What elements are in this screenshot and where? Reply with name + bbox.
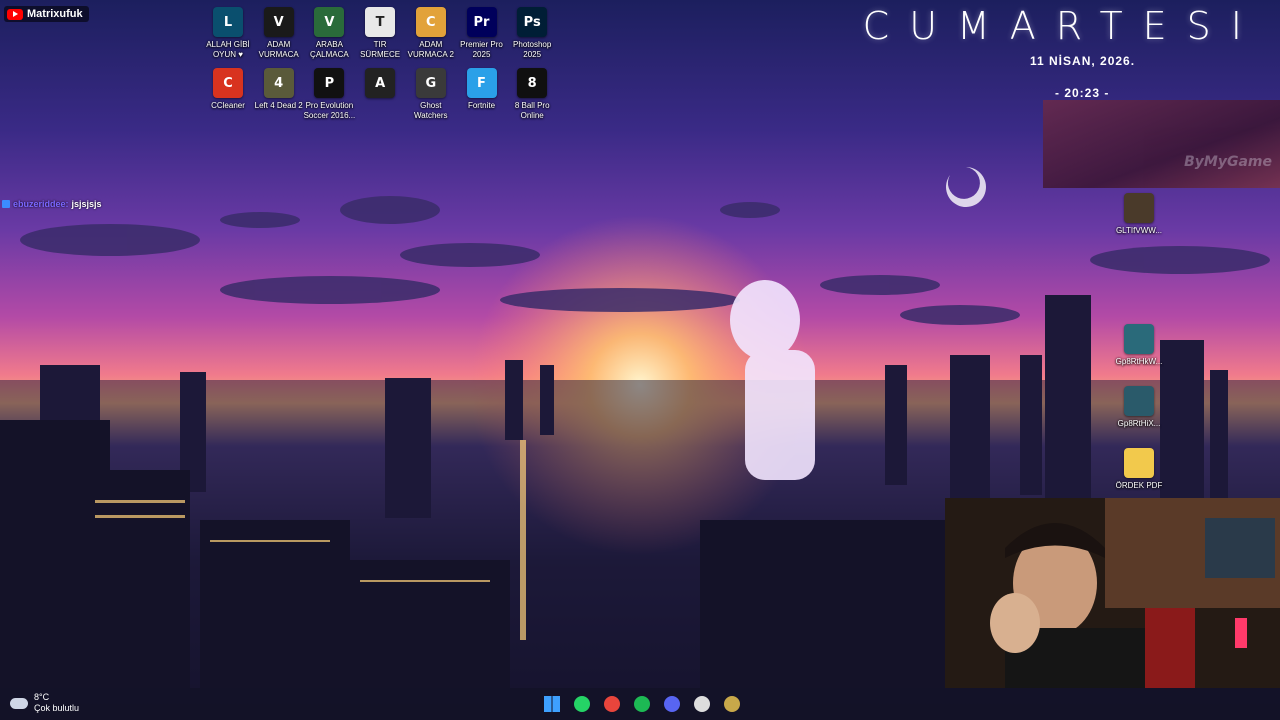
image-file-icon (1124, 193, 1154, 223)
desktop-shortcut-ccleaner[interactable]: C CCleaner (202, 68, 254, 111)
desktop-shortcut-folder[interactable]: ÖRDEK PDF (1113, 448, 1165, 491)
desktop-shortcut-image-file[interactable]: Gp8RtHkW... (1113, 324, 1165, 367)
shortcut-label: Gp8RtHiX... (1117, 419, 1161, 428)
valorant-icon: V (263, 7, 294, 37)
taskbar-apps (540, 692, 744, 716)
chrome-button[interactable] (600, 692, 624, 716)
shortcut-label: Photoshop 2025 (513, 40, 552, 59)
desktop-shortcut-image-file[interactable]: GLTIfVWW... (1113, 193, 1165, 236)
day-of-week: CUMARTESI (862, 4, 1262, 48)
desktop-shortcut-left4dead2[interactable]: 4 Left 4 Dead 2 (253, 68, 305, 111)
cs2-icon: C (415, 7, 446, 37)
desktop-shortcut-league-of-legends[interactable]: L ALLAH GİBİ OYUN ♥ (202, 7, 254, 60)
cloud-icon (10, 697, 28, 709)
shortcut-label: ALLAH GİBİ OYUN ♥ (206, 40, 250, 59)
shortcut-label: Fortnite (467, 101, 496, 110)
spotify-button[interactable] (630, 692, 654, 716)
desktop-shortcut-pes2016[interactable]: P Pro Evolution Soccer 2016... (303, 68, 355, 121)
shortcut-label: Gp8RtHkW... (1115, 357, 1163, 366)
streamer-camera-feed (945, 498, 1280, 688)
webcam-overlay (945, 498, 1280, 688)
windows-icon (544, 696, 560, 712)
weather-desc: Çok bulutlu (34, 703, 80, 713)
desktop-shortcut-8ball[interactable]: 8 8 Ball Pro Online (506, 68, 558, 121)
whatsapp-icon (574, 696, 590, 712)
shortcut-label: Left 4 Dead 2 (254, 101, 303, 110)
league-button[interactable] (720, 692, 744, 716)
taskbar: 8°C Çok bulutlu (0, 688, 1280, 720)
league-of-legends-icon: L (213, 7, 243, 37)
desktop-shortcut-valorant[interactable]: V ADAM VURMACA (253, 7, 305, 60)
truck-sim-icon: T (365, 7, 396, 37)
youtube-icon (7, 8, 23, 20)
shortcut-label: Pro Evolution Soccer 2016... (303, 101, 356, 120)
ghost-watchers-icon: G (415, 68, 446, 98)
pes2016-icon: P (314, 68, 345, 98)
desktop-shortcut-ghost-watchers[interactable]: G Ghost Watchers (405, 68, 457, 121)
watermark-text: ByMyGame (1184, 154, 1272, 170)
left4dead2-icon: 4 (263, 68, 294, 98)
desktop-shortcut-gta-v[interactable]: V ARABA ÇALMACA (303, 7, 355, 60)
desktop-shortcut-cs2[interactable]: C ADAM VURMACA 2 (405, 7, 457, 60)
folder-icon (1124, 448, 1154, 478)
shortcut-label: ADAM VURMACA 2 (407, 40, 454, 59)
shortcut-label: Premier Pro 2025 (460, 40, 503, 59)
time-text: - 20:23 - (1055, 86, 1110, 100)
shortcut-label: 8 Ball Pro Online (514, 101, 550, 120)
start-button[interactable] (540, 692, 564, 716)
chat-text: jsjsjsjs (71, 199, 102, 209)
arc-raiders-icon: A (365, 68, 396, 98)
photoshop-icon: Ps (517, 7, 548, 37)
shortcut-label: GLTIfVWW... (1115, 226, 1163, 235)
wallpaper-widget-panel: ByMyGame (1043, 100, 1280, 188)
chat-message: ebuzeriddee: jsjsjsjs (2, 199, 102, 209)
desktop-shortcut-photoshop[interactable]: Ps Photoshop 2025 (506, 7, 558, 60)
obs-button[interactable] (690, 692, 714, 716)
whatsapp-button[interactable] (570, 692, 594, 716)
shortcut-label: ARABA ÇALMACA (310, 40, 349, 59)
discord-button[interactable] (660, 692, 684, 716)
desktop-shortcut-fortnite[interactable]: F Fortnite (456, 68, 508, 111)
ccleaner-icon: C (213, 68, 243, 98)
shortcut-label: TIR SÜRMECE (360, 40, 401, 59)
chat-username: ebuzeriddee: (13, 199, 69, 209)
chrome-icon (604, 696, 620, 712)
youtube-channel-badge: Matrixufuk (4, 6, 89, 22)
league-of-legends-icon (724, 696, 740, 712)
desktop-shortcut-arc-raiders[interactable]: A (354, 68, 406, 101)
premiere-pro-icon: Pr (466, 7, 497, 37)
channel-name: Matrixufuk (27, 8, 83, 20)
desktop-shortcut-truck-sim[interactable]: T TIR SÜRMECE (354, 7, 406, 60)
shortcut-label: CCleaner (211, 101, 245, 110)
desktop-shortcut-premiere-pro[interactable]: Pr Premier Pro 2025 (456, 7, 508, 60)
fortnite-icon: F (466, 68, 497, 98)
desktop-shortcut-image-file[interactable]: Gp8RtHiX... (1113, 386, 1165, 429)
chat-badge-icon (2, 200, 10, 208)
date-text: 11 NİSAN, 2026. (1030, 54, 1136, 68)
spotify-icon (634, 696, 650, 712)
8ball-icon: 8 (517, 68, 548, 98)
shortcut-label: ÖRDEK PDF (1115, 481, 1163, 490)
shortcut-label: Ghost Watchers (414, 101, 448, 120)
weather-temp: 8°C (34, 692, 50, 702)
image-file-icon (1124, 386, 1154, 416)
weather-widget[interactable]: 8°C Çok bulutlu (10, 692, 79, 714)
image-file-icon (1124, 324, 1154, 354)
gta-v-icon: V (314, 7, 345, 37)
shortcut-label: ADAM VURMACA (258, 40, 299, 59)
discord-icon (664, 696, 680, 712)
obs-icon (694, 696, 710, 712)
